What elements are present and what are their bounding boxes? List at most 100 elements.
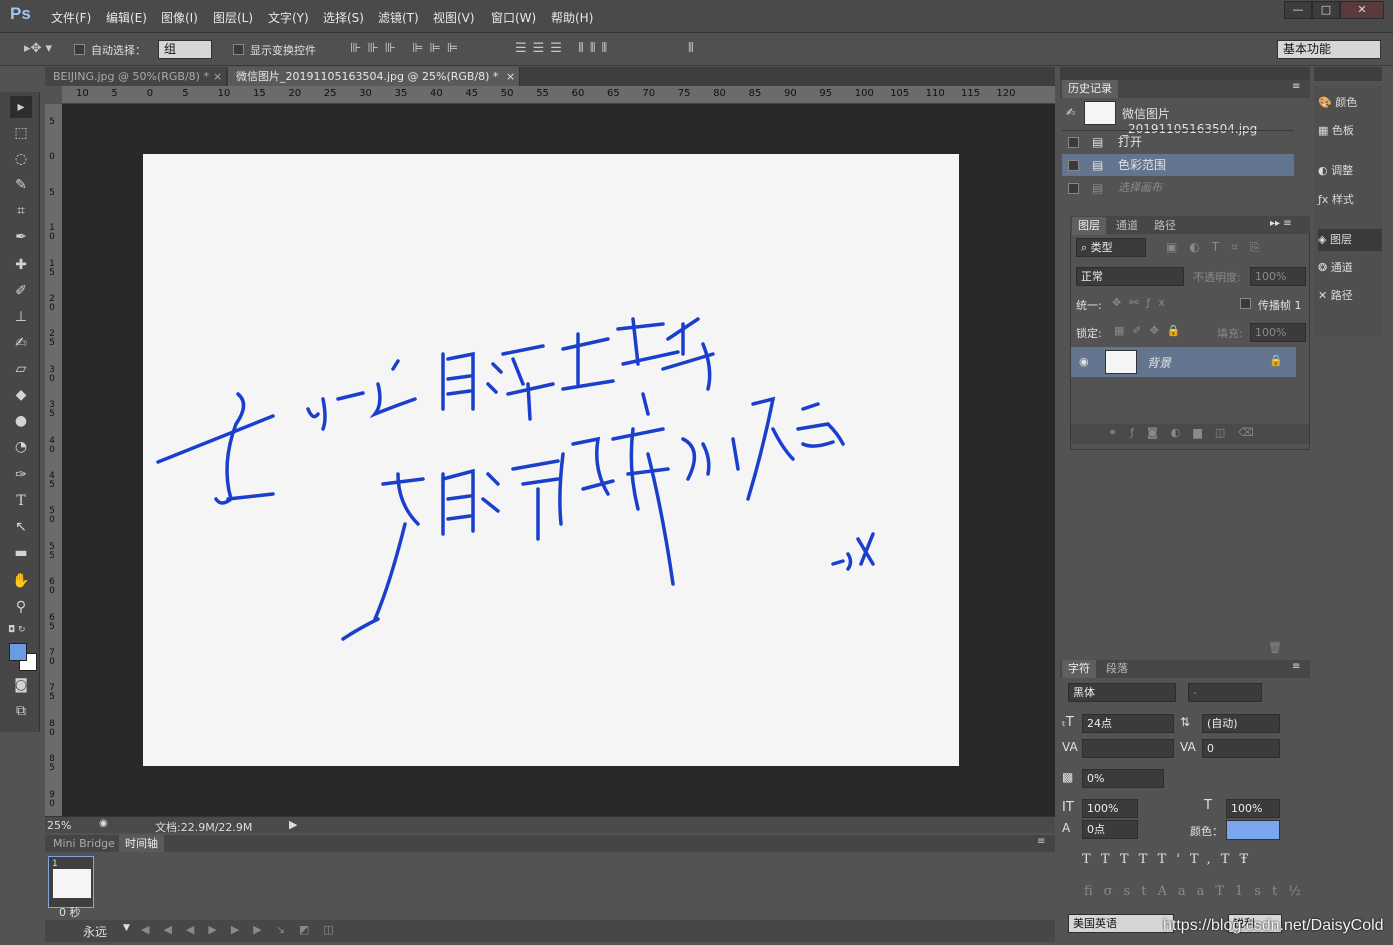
path-select-icon[interactable]: ↖	[10, 516, 32, 538]
history-brush-icon[interactable]: ✍	[10, 332, 32, 354]
animation-frame[interactable]: 1	[48, 856, 94, 908]
eye-icon[interactable]: ◉	[1079, 355, 1089, 368]
auto-select-dropdown[interactable]: 组	[158, 40, 212, 59]
dock-paths[interactable]: ✕ 路径	[1318, 285, 1382, 307]
eyedropper-tool-icon[interactable]: ✒	[10, 226, 32, 248]
history-item-select-canvas[interactable]: ▤ 选择画布	[1062, 177, 1294, 199]
text-color-swatch[interactable]	[1226, 820, 1280, 840]
stamp-tool-icon[interactable]: ⊥	[10, 306, 32, 328]
zoom-tool-icon[interactable]: ⚲	[10, 596, 32, 618]
fill-input[interactable]: 100%	[1250, 323, 1306, 342]
shape-tool-icon[interactable]: ▬	[10, 542, 32, 564]
document-image[interactable]	[143, 154, 959, 766]
zoom-level[interactable]: 25%	[47, 819, 71, 832]
tab-history[interactable]: 历史记录	[1062, 80, 1118, 98]
status-menu-arrow-icon[interactable]: ▶	[289, 818, 297, 831]
auto-select-checkbox[interactable]	[74, 44, 85, 55]
dodge-tool-icon[interactable]: ◔	[10, 436, 32, 458]
align-icons[interactable]: ⊪⊪⊪ ⊫⊫⊫	[350, 41, 464, 56]
playback-controls[interactable]: ◀◀◀▶▶▶↘◩◫	[141, 923, 348, 936]
tab-character[interactable]: 字符	[1062, 660, 1096, 678]
quick-select-tool-icon[interactable]: ✎	[10, 174, 32, 196]
menu-view[interactable]: 视图(V)	[433, 9, 475, 26]
dock-styles[interactable]: ƒx 样式	[1318, 189, 1382, 211]
font-style-select[interactable]: -	[1188, 683, 1262, 702]
tab-layers[interactable]: 图层	[1072, 217, 1106, 235]
menu-image[interactable]: 图像(I)	[161, 9, 198, 26]
panel-collapse-strip[interactable]	[1060, 67, 1310, 81]
pen-tool-icon[interactable]: ✑	[10, 464, 32, 486]
layer-filter-icons[interactable]: ▣◐T⌗⎘	[1166, 240, 1272, 255]
text-style-buttons[interactable]: TTTTT'T,TŦ	[1082, 852, 1258, 867]
close-button[interactable]: ✕	[1340, 1, 1384, 19]
swap-colors-icon[interactable]: ◘ ↻	[8, 625, 38, 637]
dock-channels[interactable]: ❂ 通道	[1318, 257, 1382, 279]
menu-type[interactable]: 文字(Y)	[268, 9, 309, 26]
menu-window[interactable]: 窗口(W)	[491, 9, 536, 26]
vertical-scale-input[interactable]: 100%	[1082, 799, 1138, 818]
brush-tool-icon[interactable]: ✐	[10, 280, 32, 302]
menu-filter[interactable]: 滤镜(T)	[378, 9, 419, 26]
lock-icons[interactable]: ▦✐✥🔒	[1114, 324, 1189, 337]
tab-paths[interactable]: 路径	[1148, 217, 1182, 235]
close-icon[interactable]: ×	[213, 67, 222, 86]
blend-mode-select[interactable]: 正常	[1076, 267, 1184, 286]
kerning-input[interactable]	[1082, 739, 1174, 758]
font-family-select[interactable]: 黑体	[1068, 683, 1176, 702]
layer-kind-filter[interactable]: ⌕ 类型	[1076, 238, 1146, 257]
loop-select[interactable]: 永远	[83, 923, 107, 940]
type-tool-icon[interactable]: T	[10, 490, 32, 512]
screen-mode-icon[interactable]: ⧉	[10, 700, 32, 722]
baseline-input[interactable]: 0点	[1082, 820, 1138, 839]
horizontal-scale-input[interactable]: 100%	[1226, 799, 1280, 818]
dock-swatches[interactable]: ▦ 色板	[1318, 120, 1382, 142]
layer-footer-icons[interactable]: ⚭ƒ◙◐▆◫⌫	[1108, 426, 1267, 439]
blur-tool-icon[interactable]: ●	[10, 410, 32, 432]
trash-icon[interactable]: 🗑	[1268, 641, 1282, 654]
panel-menu-icon[interactable]: ≡	[1037, 836, 1045, 847]
tab-channels[interactable]: 通道	[1110, 217, 1144, 235]
panel-menu-icon[interactable]: ≡	[1292, 661, 1300, 672]
history-checkbox[interactable]	[1068, 160, 1079, 171]
panel-menu-icon[interactable]: ≡	[1292, 81, 1300, 92]
minimize-button[interactable]: —	[1284, 1, 1312, 19]
opentype-buttons[interactable]: ﬁσstAaaT1st½	[1084, 884, 1312, 899]
history-item-open[interactable]: ▤ 打开	[1062, 131, 1294, 153]
history-brush-source-icon[interactable]: ✍	[1066, 106, 1075, 119]
menu-help[interactable]: 帮助(H)	[551, 9, 593, 26]
tab-paragraph[interactable]: 段落	[1100, 660, 1134, 678]
dock-color[interactable]: 🎨 颜色	[1318, 92, 1382, 114]
tab-beijing[interactable]: BEIJING.jpg @ 50%(RGB/8) * ×	[45, 67, 227, 86]
dock-adjustments[interactable]: ◐ 调整	[1318, 160, 1382, 182]
loop-dropdown-icon[interactable]: ▼	[123, 923, 130, 933]
propagate-checkbox[interactable]	[1240, 298, 1251, 309]
layer-row-background[interactable]: ◉ 背景 🔒	[1071, 347, 1296, 377]
tsume-input[interactable]: 0%	[1082, 769, 1164, 788]
menu-edit[interactable]: 编辑(E)	[106, 9, 147, 26]
status-icon[interactable]: ◉	[99, 818, 108, 829]
workspace-dropdown[interactable]: 基本功能	[1277, 40, 1381, 59]
tab-wechat-image[interactable]: 微信图片_20191105163504.jpg @ 25%(RGB/8) * ×	[228, 67, 520, 86]
history-item-color-range[interactable]: ▤ 色彩范围	[1062, 154, 1294, 176]
frame-delay[interactable]: 0 秒	[59, 904, 81, 920]
language-select[interactable]: 美国英语	[1068, 914, 1174, 933]
crop-tool-icon[interactable]: ⌗	[10, 200, 32, 222]
marquee-tool-icon[interactable]: ⬚	[10, 122, 32, 144]
paint-bucket-icon[interactable]: ◆	[10, 384, 32, 406]
close-icon[interactable]: ×	[506, 67, 515, 86]
layer-name[interactable]: 背景	[1147, 354, 1171, 371]
menu-layer[interactable]: 图层(L)	[213, 9, 253, 26]
tracking-input[interactable]: 0	[1202, 739, 1280, 758]
font-size-input[interactable]: 24点	[1082, 714, 1174, 733]
healing-brush-icon[interactable]: ✚	[10, 254, 32, 276]
move-tool-icon[interactable]: ▸	[10, 96, 32, 118]
eraser-tool-icon[interactable]: ▱	[10, 358, 32, 380]
leading-input[interactable]: (自动)	[1202, 714, 1280, 733]
lasso-tool-icon[interactable]: ◌	[10, 148, 32, 170]
tab-mini-bridge[interactable]: Mini Bridge	[47, 835, 121, 852]
unify-icons[interactable]: ✥⚯ƒx	[1112, 296, 1173, 309]
history-snapshot[interactable]: ✍ 微信图片_20191105163504.jpg	[1062, 100, 1294, 136]
opacity-input[interactable]: 100%	[1250, 267, 1306, 286]
history-checkbox[interactable]	[1068, 183, 1079, 194]
menu-select[interactable]: 选择(S)	[323, 9, 364, 26]
